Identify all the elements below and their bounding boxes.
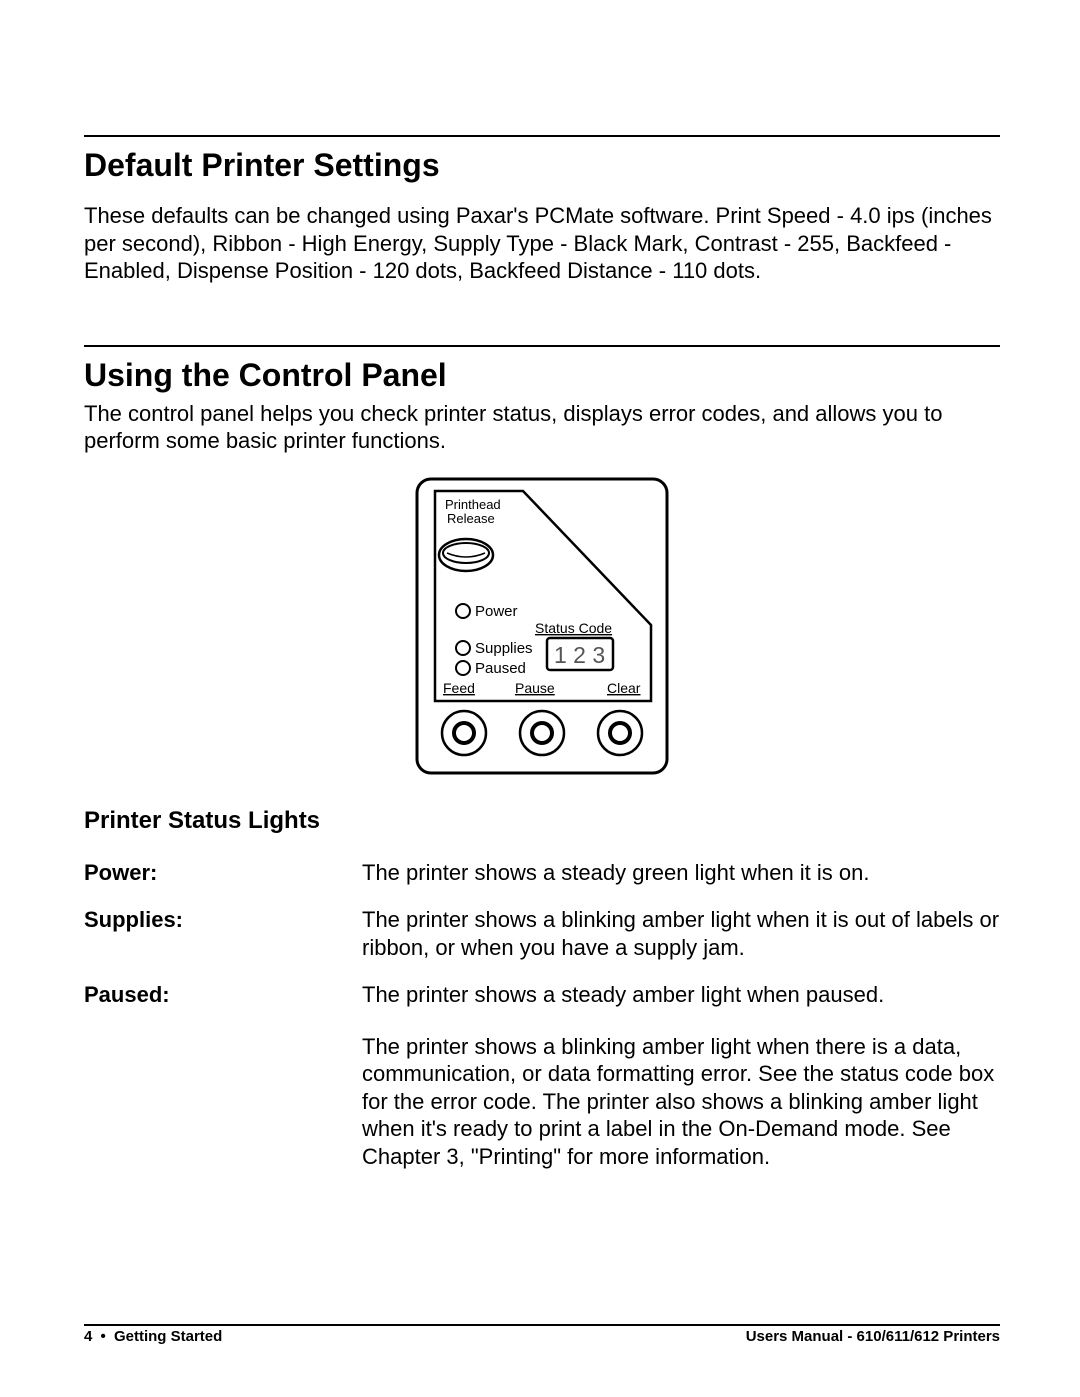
- status-code-display: 1 2 3: [554, 642, 605, 668]
- control-panel-intro: The control panel helps you check printe…: [84, 400, 1000, 455]
- section-rule: [84, 345, 1000, 347]
- label-clear: Clear: [607, 680, 641, 696]
- def-supplies: The printer shows a blinking amber light…: [362, 906, 1000, 961]
- footer-rule: [84, 1324, 1000, 1326]
- status-row-paused: Paused: The printer shows a steady amber…: [84, 981, 1000, 1009]
- bullet-icon: •: [101, 1328, 106, 1345]
- term-supplies: Supplies:: [84, 906, 362, 961]
- label-printhead: Printhead: [445, 497, 501, 512]
- label-status-code: Status Code: [535, 620, 612, 636]
- footer-page-number: 4: [84, 1328, 92, 1345]
- heading-printer-status-lights: Printer Status Lights: [84, 807, 1000, 835]
- footer-manual-title: Users Manual - 610/611/612 Printers: [746, 1328, 1000, 1345]
- control-panel-svg: Printhead Release Power Status Code Supp…: [413, 475, 671, 777]
- pause-button-icon: [520, 711, 564, 755]
- control-panel-figure: Printhead Release Power Status Code Supp…: [84, 475, 1000, 777]
- footer-chapter: Getting Started: [114, 1328, 222, 1345]
- label-supplies: Supplies: [475, 640, 533, 657]
- def-paused: The printer shows a steady amber light w…: [362, 981, 1000, 1009]
- label-pause: Pause: [515, 680, 555, 696]
- section-rule: [84, 135, 1000, 137]
- term-paused: Paused:: [84, 981, 362, 1009]
- term-power: Power:: [84, 859, 362, 887]
- label-release: Release: [447, 511, 495, 526]
- label-feed: Feed: [443, 680, 475, 696]
- def-power: The printer shows a steady green light w…: [362, 859, 1000, 887]
- heading-default-printer-settings: Default Printer Settings: [84, 147, 1000, 184]
- footer-left: 4 • Getting Started: [84, 1328, 222, 1345]
- heading-using-control-panel: Using the Control Panel: [84, 357, 1000, 394]
- status-lights-list: Power: The printer shows a steady green …: [84, 859, 1000, 1171]
- feed-button-icon: [442, 711, 486, 755]
- label-power: Power: [475, 603, 518, 620]
- clear-button-icon: [598, 711, 642, 755]
- def-paused-extra: The printer shows a blinking amber light…: [362, 1033, 1000, 1171]
- default-settings-paragraph: These defaults can be changed using Paxa…: [84, 202, 1000, 285]
- status-row-power: Power: The printer shows a steady green …: [84, 859, 1000, 887]
- status-row-supplies: Supplies: The printer shows a blinking a…: [84, 906, 1000, 961]
- label-paused: Paused: [475, 660, 526, 677]
- document-page: Default Printer Settings These defaults …: [0, 0, 1080, 1397]
- page-footer: 4 • Getting Started Users Manual - 610/6…: [84, 1324, 1000, 1345]
